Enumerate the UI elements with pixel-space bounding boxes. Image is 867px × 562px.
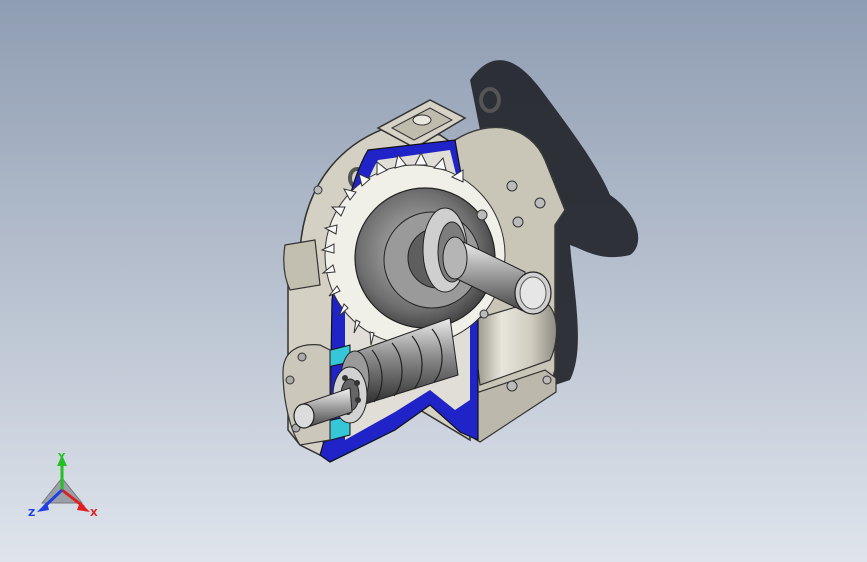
triad-z-label: Z bbox=[28, 508, 35, 519]
housing-bolt-8 bbox=[479, 309, 489, 319]
cover-bolt-1 bbox=[297, 352, 307, 362]
housing-bolt-4 bbox=[534, 197, 546, 209]
housing-bolt-1 bbox=[506, 180, 518, 192]
cover-bolt-2 bbox=[285, 375, 295, 385]
triad-y-label: Y bbox=[57, 452, 66, 463]
housing-left-flange bbox=[283, 239, 321, 291]
housing-bolt-7 bbox=[542, 375, 552, 385]
housing-bolt-5 bbox=[313, 185, 323, 195]
breather-plug bbox=[412, 114, 432, 126]
graphics-viewport[interactable]: Y X Z bbox=[0, 0, 867, 562]
triad-x-label: X bbox=[90, 508, 98, 519]
housing-bolt-2 bbox=[512, 216, 524, 228]
housing-bolt-6 bbox=[506, 380, 518, 392]
housing-bolt-3 bbox=[476, 209, 488, 221]
